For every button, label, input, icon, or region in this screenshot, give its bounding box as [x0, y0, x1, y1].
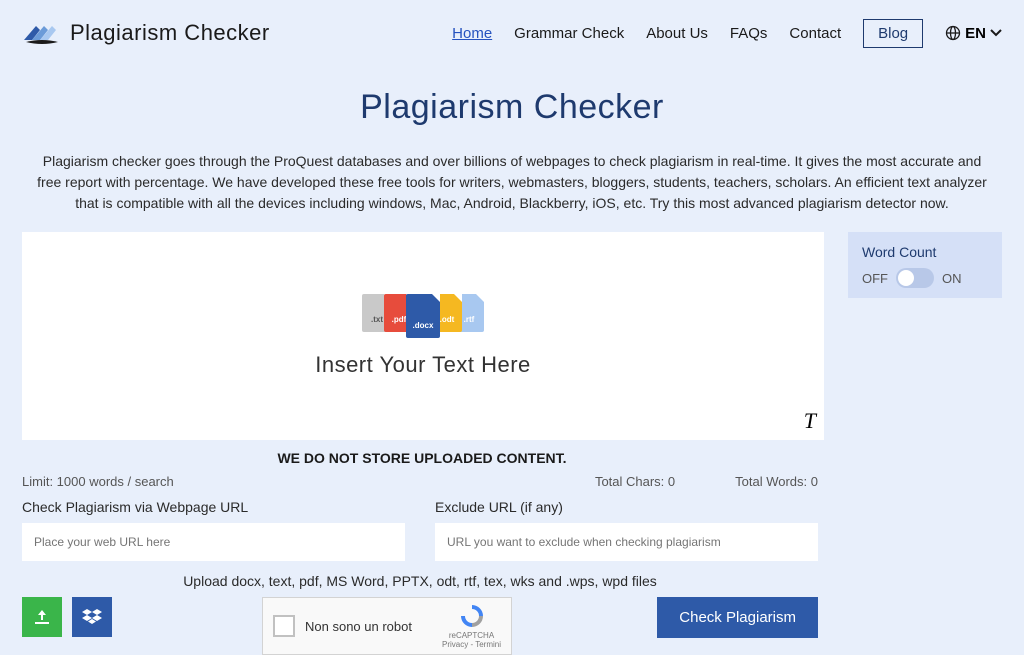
main-nav: Home Grammar Check About Us FAQs Contact…	[452, 19, 1002, 48]
nav-home[interactable]: Home	[452, 25, 492, 42]
recaptcha-brand: reCAPTCHA	[449, 631, 494, 640]
word-count-panel: Word Count OFF ON	[848, 232, 1002, 298]
logo-icon	[22, 18, 62, 48]
storage-notice: WE DO NOT STORE UPLOADED CONTENT.	[20, 450, 1004, 466]
upload-file-button[interactable]	[22, 597, 62, 637]
word-count: Total Words: 0	[735, 474, 818, 489]
upload-icon	[32, 608, 52, 626]
char-count: Total Chars: 0	[595, 474, 675, 489]
docx-file-icon: .docx	[406, 294, 440, 338]
recaptcha-checkbox[interactable]	[273, 615, 295, 637]
page-title: Plagiarism Checker	[20, 88, 1004, 127]
recaptcha-terms: Privacy - Termini	[442, 640, 501, 649]
brand-name: Plagiarism Checker	[70, 20, 270, 46]
stats-row: Limit: 1000 words / search Total Chars: …	[20, 474, 820, 499]
recaptcha-icon	[459, 603, 485, 629]
dropbox-button[interactable]	[72, 597, 112, 637]
nav-faqs[interactable]: FAQs	[730, 25, 768, 42]
url-inputs-row: Check Plagiarism via Webpage URL Exclude…	[20, 499, 820, 561]
exclude-url-input[interactable]	[435, 523, 818, 561]
editor-row: .txt .pdf .docx .odt .rtf Insert Your Te…	[20, 232, 1004, 440]
word-count-title: Word Count	[862, 244, 988, 260]
nav-blog-button[interactable]: Blog	[863, 19, 923, 48]
file-type-icons: .txt .pdf .docx .odt .rtf	[366, 294, 480, 338]
recaptcha-widget[interactable]: Non sono un robot reCAPTCHA Privacy - Te…	[262, 597, 512, 655]
upload-hint: Upload docx, text, pdf, MS Word, PPTX, o…	[20, 573, 820, 589]
check-url-input[interactable]	[22, 523, 405, 561]
recaptcha-label: Non sono un robot	[305, 619, 432, 634]
recaptcha-logo: reCAPTCHA Privacy - Termini	[442, 603, 501, 649]
nav-grammar[interactable]: Grammar Check	[514, 25, 624, 42]
check-url-label: Check Plagiarism via Webpage URL	[22, 499, 405, 515]
word-limit: Limit: 1000 words / search	[22, 474, 174, 489]
toggle-on-label: ON	[942, 271, 962, 286]
nav-about[interactable]: About Us	[646, 25, 708, 42]
nav-contact[interactable]: Contact	[789, 25, 841, 42]
header: Plagiarism Checker Home Grammar Check Ab…	[0, 0, 1024, 58]
globe-icon	[945, 25, 961, 41]
brand-logo[interactable]: Plagiarism Checker	[22, 18, 270, 48]
language-selector[interactable]: EN	[945, 25, 1002, 42]
dropbox-icon	[81, 608, 103, 626]
page-description: Plagiarism checker goes through the ProQ…	[20, 151, 1004, 214]
word-count-toggle[interactable]	[896, 268, 934, 288]
main-content: Plagiarism Checker Plagiarism checker go…	[0, 58, 1024, 655]
editor-placeholder: Insert Your Text Here	[315, 352, 531, 378]
language-code: EN	[965, 25, 986, 42]
exclude-url-col: Exclude URL (if any)	[435, 499, 818, 561]
toggle-off-label: OFF	[862, 271, 888, 286]
check-url-col: Check Plagiarism via Webpage URL	[22, 499, 405, 561]
exclude-url-label: Exclude URL (if any)	[435, 499, 818, 515]
chevron-down-icon	[990, 29, 1002, 37]
bottom-actions-row: Non sono un robot reCAPTCHA Privacy - Te…	[20, 597, 820, 655]
text-format-icon[interactable]: T	[804, 408, 816, 434]
word-count-toggle-row: OFF ON	[862, 268, 988, 288]
check-plagiarism-button[interactable]: Check Plagiarism	[657, 597, 818, 638]
text-editor[interactable]: .txt .pdf .docx .odt .rtf Insert Your Te…	[22, 232, 824, 440]
